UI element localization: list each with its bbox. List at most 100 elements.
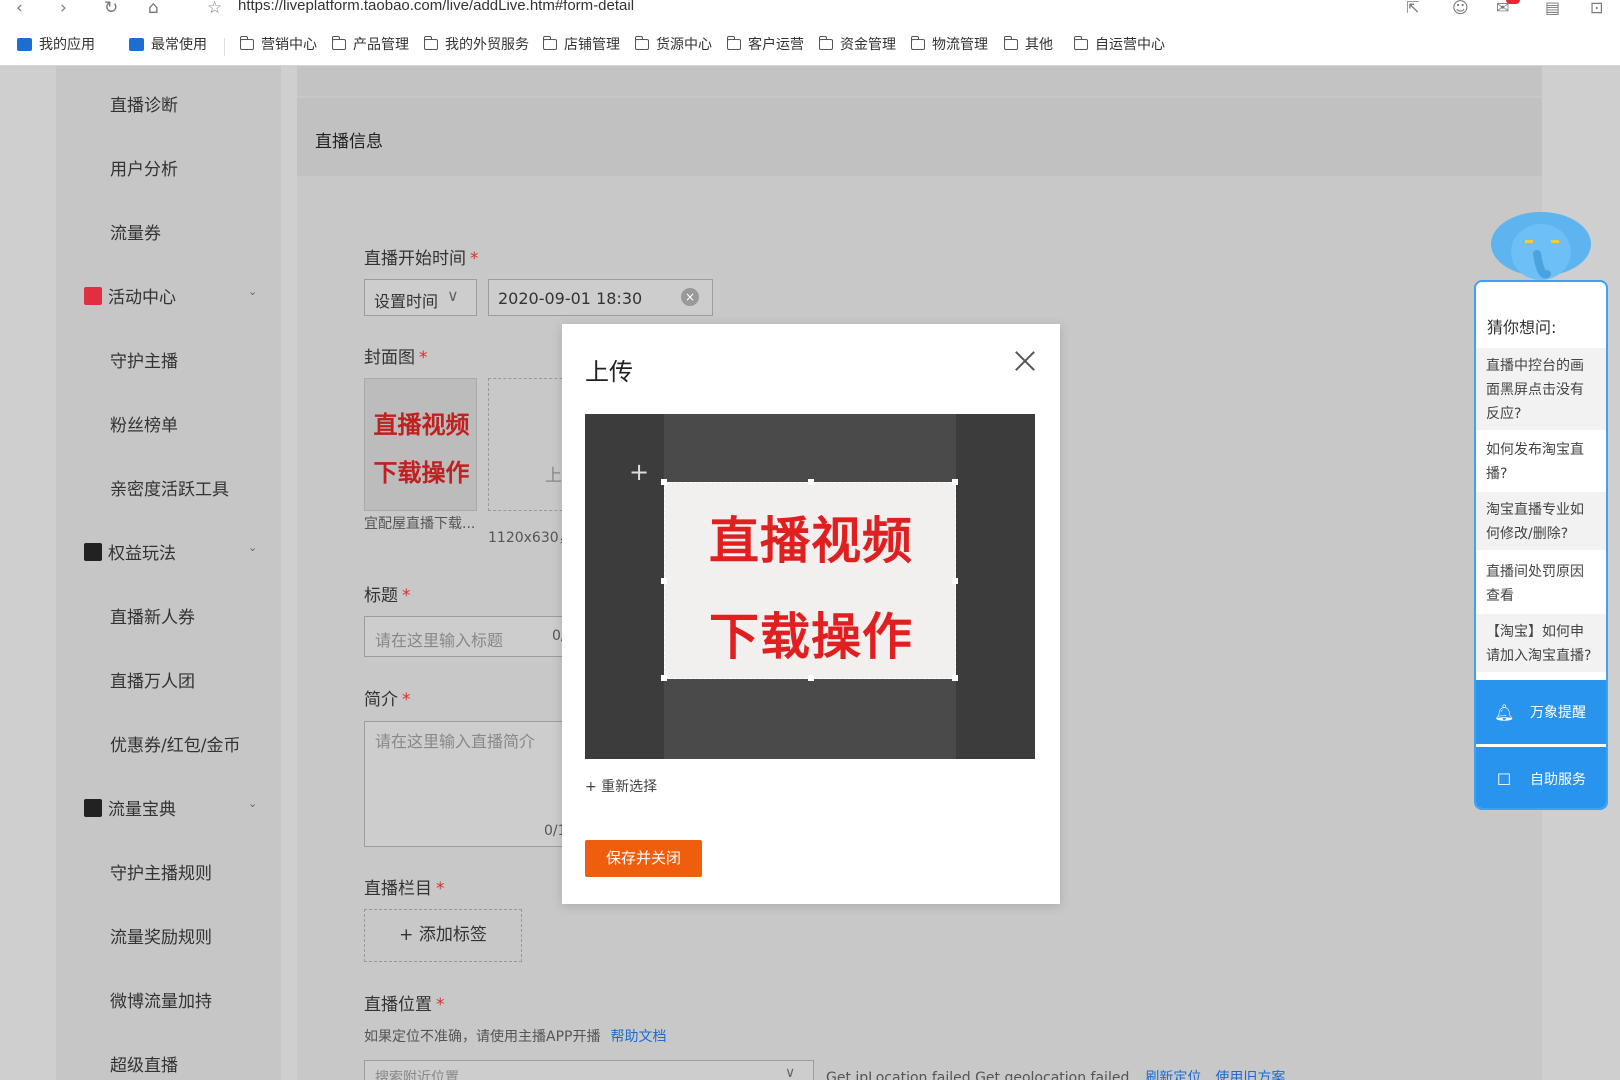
time-mode-select[interactable]: 设置时间 ∨	[364, 279, 477, 316]
sidebar-item-diagnosis[interactable]: 直播诊断	[110, 91, 178, 116]
add-tag-button[interactable]: + 添加标签	[364, 909, 522, 962]
sidebar-item-group-buy[interactable]: 直播万人团	[110, 667, 195, 692]
label-text: 直播位置	[364, 995, 432, 1015]
sidebar-group-traffic-guide[interactable]: 流量宝典	[84, 795, 176, 820]
clear-icon[interactable]: ×	[681, 288, 699, 306]
bookmark-products[interactable]: 产品管理	[332, 34, 409, 54]
bookmark-most-used[interactable]: 最常使用	[129, 34, 207, 54]
sidebar-item-super-live[interactable]: 超级直播	[110, 1051, 178, 1076]
share-icon[interactable]: ⇱	[1406, 0, 1419, 17]
label-text: 直播栏目	[364, 879, 432, 899]
faq-item[interactable]: 【淘宝】如何申请加入淘宝直播?	[1476, 614, 1606, 672]
sidebar-item-weibo-boost[interactable]: 微博流量加持	[110, 987, 212, 1012]
faq-item[interactable]: 淘宝直播专业如何修改/删除?	[1476, 492, 1606, 550]
forward-icon[interactable]: ›	[60, 0, 67, 18]
crop-handle[interactable]	[661, 578, 667, 584]
image-cropper[interactable]: + 直播视频 下载操作	[585, 414, 1035, 759]
bookmark-logistics[interactable]: 物流管理	[911, 34, 988, 54]
faq-item[interactable]: 如何发布淘宝直播?	[1476, 432, 1606, 490]
crop-handle[interactable]	[952, 479, 958, 485]
sidebar-item-guard-rules[interactable]: 守护主播规则	[110, 859, 212, 884]
bookmark-label: 产品管理	[353, 37, 409, 53]
crop-image-text: 直播视频	[709, 512, 913, 570]
sidebar-group-label: 流量宝典	[108, 800, 176, 820]
bookmark-funds[interactable]: 资金管理	[819, 34, 896, 54]
start-time-value: 2020-09-01 18:30	[498, 289, 643, 308]
bookmark-label: 我的应用	[39, 37, 95, 53]
bookmark-marketing[interactable]: 营销中心	[240, 34, 317, 54]
reader-icon[interactable]: ▤	[1545, 0, 1560, 17]
crop-handle[interactable]	[661, 479, 667, 485]
elephant-mascot-icon[interactable]	[1487, 204, 1595, 284]
sidebar-item-fan-ranking[interactable]: 粉丝榜单	[110, 411, 178, 436]
bookmark-store[interactable]: 店铺管理	[543, 34, 620, 54]
crop-handle[interactable]	[952, 675, 958, 681]
folder-icon	[1004, 35, 1018, 50]
crop-handle[interactable]	[661, 675, 667, 681]
main-top-strip	[297, 66, 1542, 96]
intro-textarea[interactable]: 请在这里输入直播简介 0/1	[364, 721, 574, 847]
sidebar-item-traffic-coupon[interactable]: 流量券	[110, 219, 161, 244]
bookmark-supply[interactable]: 货源中心	[635, 34, 712, 54]
crop-handle[interactable]	[808, 675, 814, 681]
sidebar-item-guard-anchor[interactable]: 守护主播	[110, 347, 178, 372]
smile-icon[interactable]: ☺	[1452, 0, 1469, 17]
chevron-down-icon[interactable]: ⌄	[248, 541, 257, 554]
reselect-link[interactable]: + 重新选择	[585, 776, 657, 796]
bookmark-my-apps[interactable]: 我的应用	[17, 34, 95, 54]
required-mark: *	[470, 249, 479, 269]
refresh-location-link[interactable]: 刷新定位	[1145, 1070, 1201, 1080]
app-icon	[17, 37, 32, 51]
section-header	[297, 98, 1542, 176]
label-text: 封面图	[364, 348, 415, 368]
sidebar-group-activity[interactable]: 活动中心	[84, 283, 176, 308]
chevron-down-icon: ∨	[447, 286, 459, 305]
location-search-input[interactable]: 搜索附近位置 ∨	[364, 1060, 814, 1080]
crop-selection[interactable]: 直播视频 下载操作	[661, 479, 958, 681]
old-plan-link[interactable]: 使用旧方案	[1215, 1070, 1285, 1080]
crosshair-icon: +	[629, 458, 650, 486]
bookmark-label: 客户运营	[748, 37, 804, 53]
start-time-input[interactable]: 2020-09-01 18:30 ×	[488, 279, 713, 316]
star-icon[interactable]: ☆	[207, 0, 222, 18]
cover-thumbnail[interactable]: 直播视频 下载操作	[364, 378, 477, 511]
chevron-down-icon[interactable]: ⌄	[248, 285, 257, 298]
reload-icon[interactable]: ↻	[104, 0, 118, 18]
chevron-down-icon[interactable]: ⌄	[248, 797, 257, 810]
self-service-button[interactable]: ☐ 自助服务	[1476, 747, 1606, 808]
crop-handle[interactable]	[952, 578, 958, 584]
crop-shade-left	[585, 414, 664, 759]
close-icon[interactable]	[1012, 348, 1038, 374]
sidebar-item-newbie-coupon[interactable]: 直播新人券	[110, 603, 195, 628]
sidebar-item-coupons[interactable]: 优惠券/红包/金币	[110, 731, 240, 756]
bookmark-label: 货源中心	[656, 37, 712, 53]
section-title: 直播信息	[315, 132, 383, 152]
remind-label: 万象提醒	[1530, 705, 1586, 721]
crop-image-text: 下载操作	[709, 608, 913, 666]
folder-icon	[635, 35, 649, 50]
activity-icon	[84, 286, 102, 305]
sidebar-item-user-analysis[interactable]: 用户分析	[110, 155, 178, 180]
help-doc-link[interactable]: 帮助文档	[610, 1029, 666, 1045]
folder-icon	[727, 35, 741, 50]
sidebar-item-intimacy-tool[interactable]: 亲密度活跃工具	[110, 475, 229, 500]
rights-icon	[84, 542, 102, 561]
bookmark-other[interactable]: 其他	[1004, 34, 1053, 54]
crop-handle[interactable]	[808, 479, 814, 485]
address-bar[interactable]: https://liveplatform.taobao.com/live/add…	[238, 0, 634, 14]
sidebar-item-reward-rules[interactable]: 流量奖励规则	[110, 923, 212, 948]
home-icon[interactable]: ⌂	[148, 0, 159, 18]
faq-item[interactable]: 直播间处罚原因查看	[1476, 554, 1606, 612]
bookmark-trade[interactable]: 我的外贸服务	[424, 34, 529, 54]
bookmark-customers[interactable]: 客户运营	[727, 34, 804, 54]
sidebar-group-rights[interactable]: 权益玩法	[84, 539, 176, 564]
bag-icon[interactable]: ⊡	[1590, 0, 1603, 17]
title-input[interactable]: 请在这里输入标题 0/	[364, 616, 574, 657]
bookmarks-bar: 我的应用 最常使用 营销中心 产品管理 我的外贸服务 店铺管理 货源中心 客户运…	[0, 34, 1620, 60]
intro-placeholder: 请在这里输入直播简介	[375, 732, 536, 751]
bookmark-self-ops[interactable]: 自运营中心	[1074, 34, 1165, 54]
save-and-close-button[interactable]: 保存并关闭	[585, 840, 702, 877]
remind-button[interactable]: 🔔︎ 万象提醒	[1476, 680, 1606, 744]
back-icon[interactable]: ‹	[16, 0, 23, 18]
faq-item[interactable]: 直播中控台的画面黑屏点击没有反应?	[1476, 348, 1606, 430]
